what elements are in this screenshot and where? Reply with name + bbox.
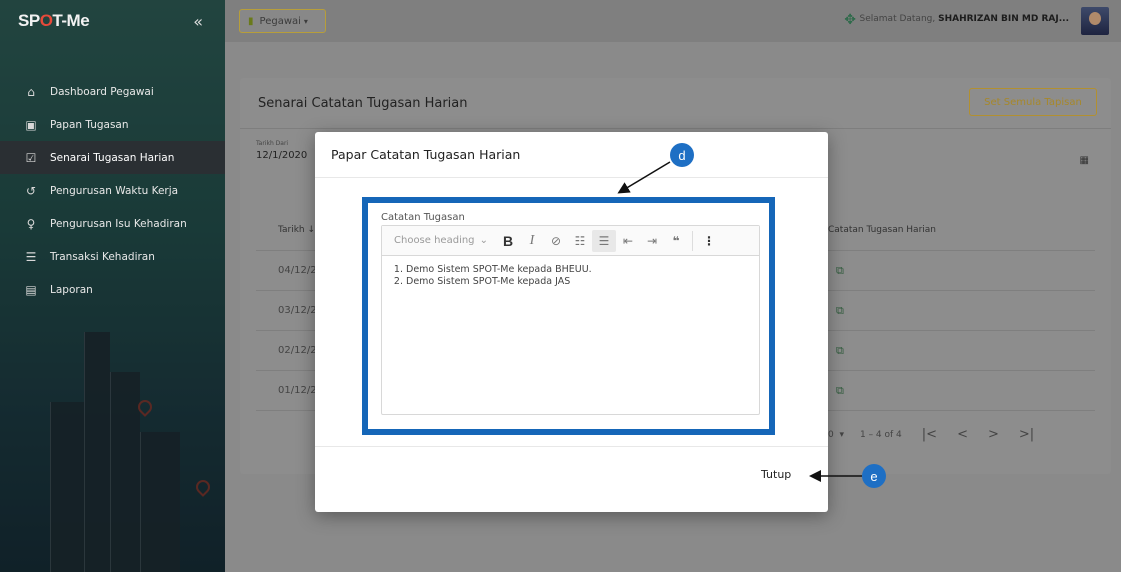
callout-e: e: [862, 464, 886, 488]
callout-d: d: [670, 143, 694, 167]
annotation-arrows: [617, 161, 862, 482]
